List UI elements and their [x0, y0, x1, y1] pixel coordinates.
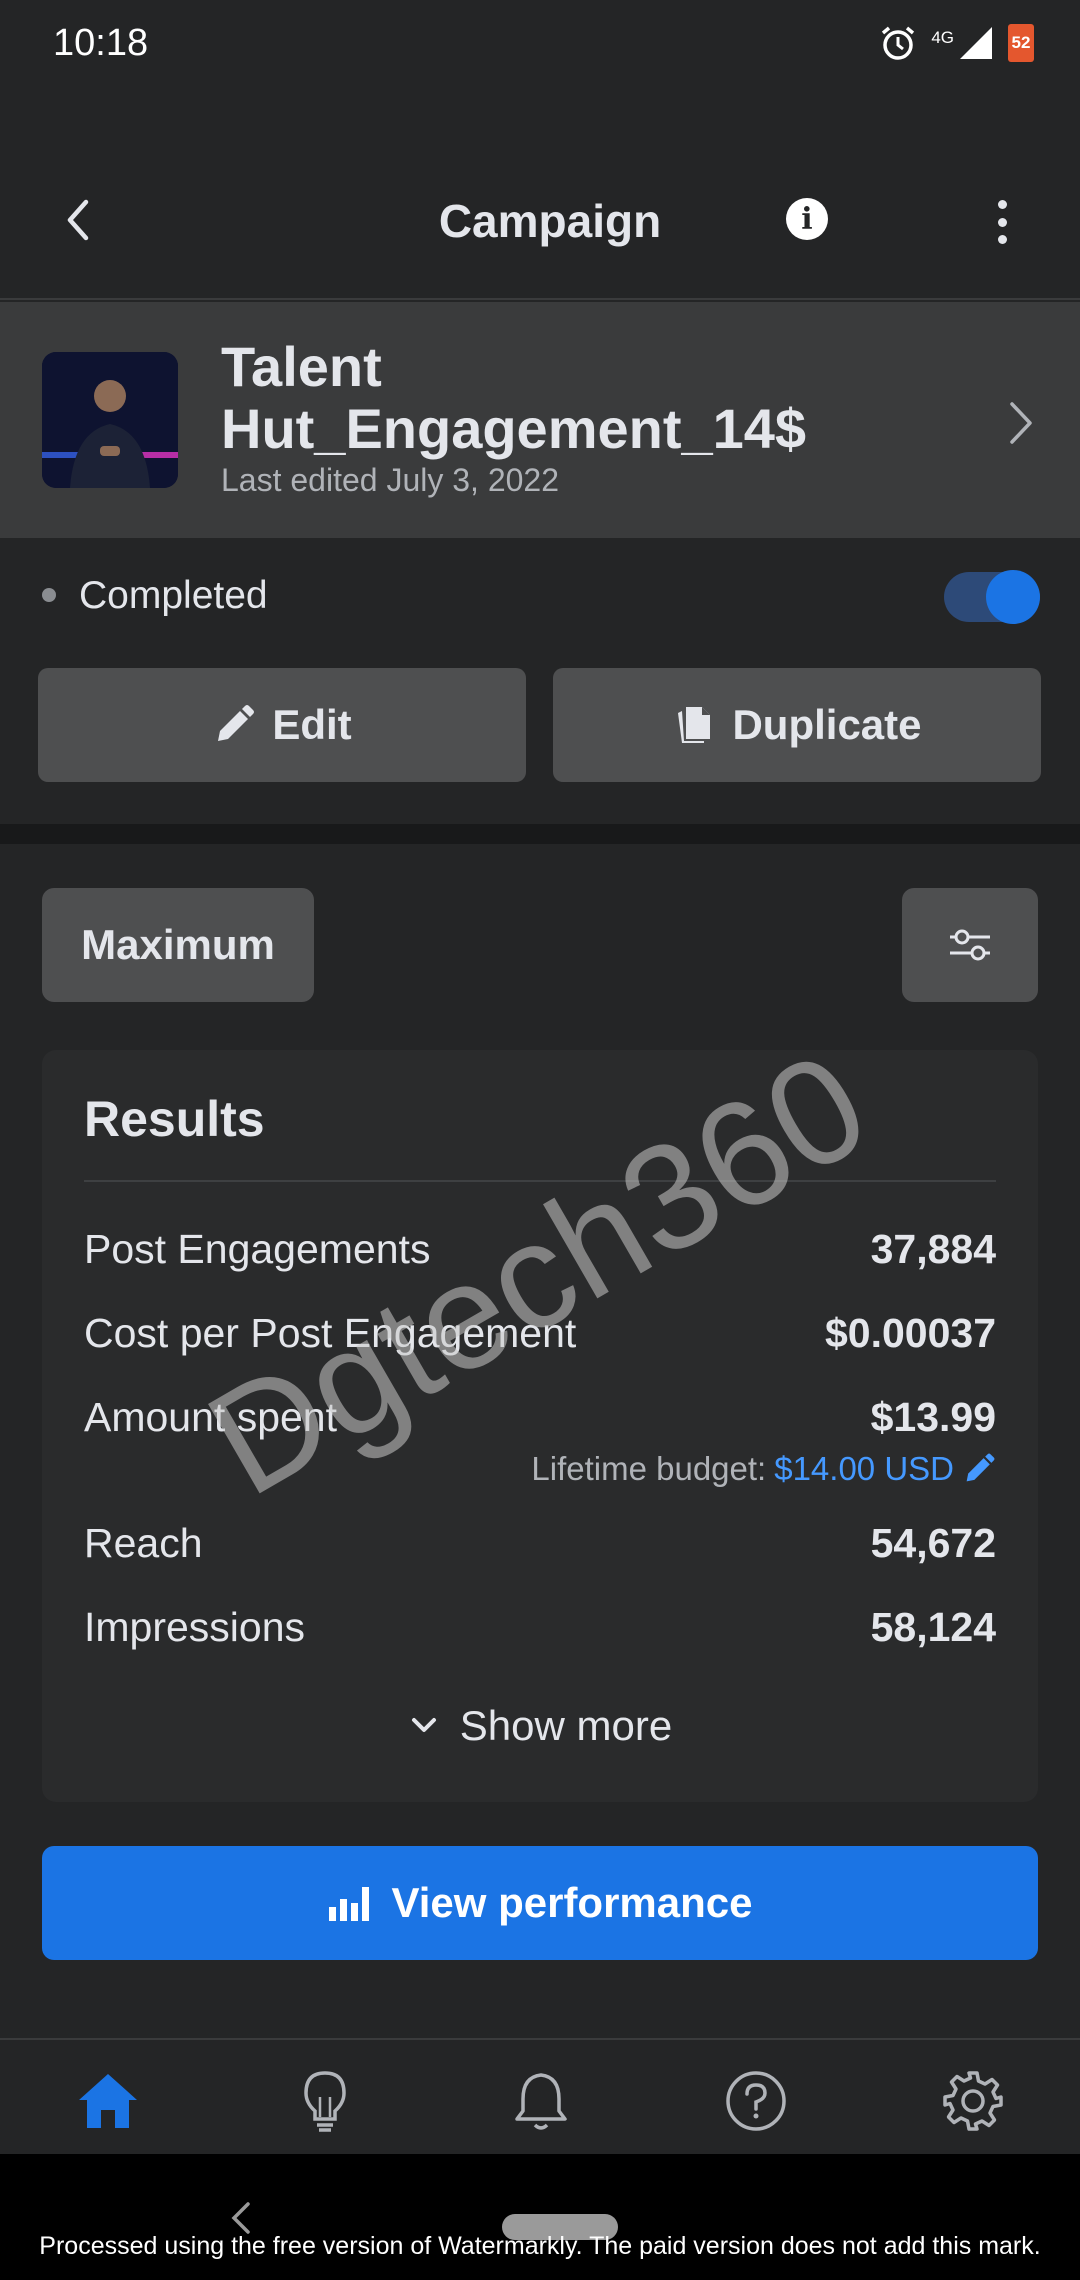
settings-icon[interactable] — [938, 2066, 1008, 2136]
duplicate-button[interactable]: Duplicate — [553, 668, 1041, 782]
status-label: Completed — [79, 574, 268, 617]
metric-row: Amount spent $13.99 — [84, 1394, 996, 1441]
metric-row: Post Engagements 37,884 — [84, 1226, 996, 1273]
lightbulb-icon[interactable] — [290, 2066, 360, 2136]
view-performance-label: View performance — [391, 1879, 753, 1926]
status-bar: 10:18 4G 52 — [0, 0, 1080, 90]
view-performance-button[interactable]: View performance — [42, 1846, 1038, 1960]
metric-value: 54,672 — [870, 1520, 996, 1566]
campaign-name: Talent Hut_Engagement_14$ — [221, 335, 807, 460]
metric-label: Post Engagements — [84, 1226, 431, 1272]
metric-label: Amount spent — [84, 1394, 337, 1440]
metric-label: Impressions — [84, 1604, 306, 1650]
section-separator — [0, 824, 1080, 844]
edit-label: Edit — [272, 701, 352, 748]
page-title: Campaign — [438, 195, 662, 247]
signal-icon — [960, 27, 992, 59]
metric-row: Impressions 58,124 — [84, 1604, 996, 1651]
bell-icon[interactable] — [506, 2066, 576, 2136]
watermark-note: Processed using the free version of Wate… — [39, 2232, 1041, 2260]
sliders-icon — [950, 929, 990, 961]
network-type: 4G — [931, 29, 954, 47]
bar-chart-icon — [329, 1887, 370, 1921]
toggle-knob — [986, 570, 1040, 624]
campaign-toggle[interactable] — [944, 570, 1040, 624]
metric-row: Reach 54,672 — [84, 1520, 996, 1567]
status-time: 10:18 — [53, 22, 149, 64]
edit-button[interactable]: Edit — [38, 668, 526, 782]
results-card: Results Post Engagements 37,884 Cost per… — [42, 1050, 1038, 1802]
metric-row: Cost per Post Engagement $0.00037 — [84, 1310, 996, 1357]
thumbnail-image — [42, 352, 178, 488]
duplicate-label: Duplicate — [732, 701, 922, 748]
edit-budget-icon[interactable] — [962, 1452, 996, 1486]
show-more-button[interactable]: Show more — [42, 1702, 1038, 1750]
more-dot — [997, 217, 1007, 227]
info-label: i — [801, 201, 813, 237]
metric-label: Reach — [84, 1520, 203, 1566]
more-vertical-icon[interactable] — [980, 194, 1024, 250]
duplicate-icon — [678, 707, 711, 743]
system-nav-bar: Processed using the free version of Wate… — [0, 2154, 1080, 2280]
status-section: Completed Edit Duplicate — [0, 538, 1080, 824]
date-range-label: Maximum — [81, 921, 275, 968]
lifetime-budget[interactable]: Lifetime budget: $14.00 USD — [531, 1450, 996, 1488]
help-icon[interactable] — [721, 2066, 791, 2136]
results-section: Maximum Results Post Engagements 37,884 … — [0, 844, 1080, 2039]
alarm-icon — [882, 26, 915, 60]
battery-level: 52 — [1011, 33, 1031, 52]
campaign-thumbnail — [42, 352, 178, 488]
status-icons: 4G 52 — [879, 24, 1034, 62]
top-bar: Campaign i — [0, 160, 1080, 300]
results-divider — [84, 1180, 996, 1182]
budget-label: Lifetime budget: — [531, 1450, 767, 1487]
bottom-nav — [0, 2038, 1080, 2154]
metric-value: 37,884 — [870, 1226, 996, 1272]
status-dot — [42, 588, 56, 602]
home-icon[interactable] — [73, 2066, 143, 2136]
more-dot — [997, 235, 1007, 244]
more-dot — [997, 200, 1007, 209]
metric-value: $0.00037 — [824, 1310, 996, 1356]
metric-value: $13.99 — [870, 1394, 996, 1440]
date-range-button[interactable]: Maximum — [42, 888, 314, 1002]
info-icon[interactable]: i — [786, 198, 828, 240]
chevron-down-icon — [411, 1718, 436, 1732]
battery-icon: 52 — [1008, 24, 1034, 62]
show-more-label: Show more — [459, 1702, 673, 1749]
campaign-header[interactable]: Talent Hut_Engagement_14$ Last edited Ju… — [0, 302, 1080, 538]
system-back-icon[interactable] — [228, 2200, 254, 2236]
budget-value: $14.00 USD — [774, 1450, 954, 1487]
metric-value: 58,124 — [870, 1604, 996, 1650]
pencil-icon — [218, 705, 255, 741]
network-label: 4G — [931, 28, 954, 47]
metric-label: Cost per Post Engagement — [84, 1310, 577, 1356]
results-title: Results — [84, 1091, 265, 1147]
filter-button[interactable] — [902, 888, 1038, 1002]
chevron-right-icon[interactable] — [1000, 398, 1040, 448]
last-edited: Last edited July 3, 2022 — [221, 462, 560, 498]
